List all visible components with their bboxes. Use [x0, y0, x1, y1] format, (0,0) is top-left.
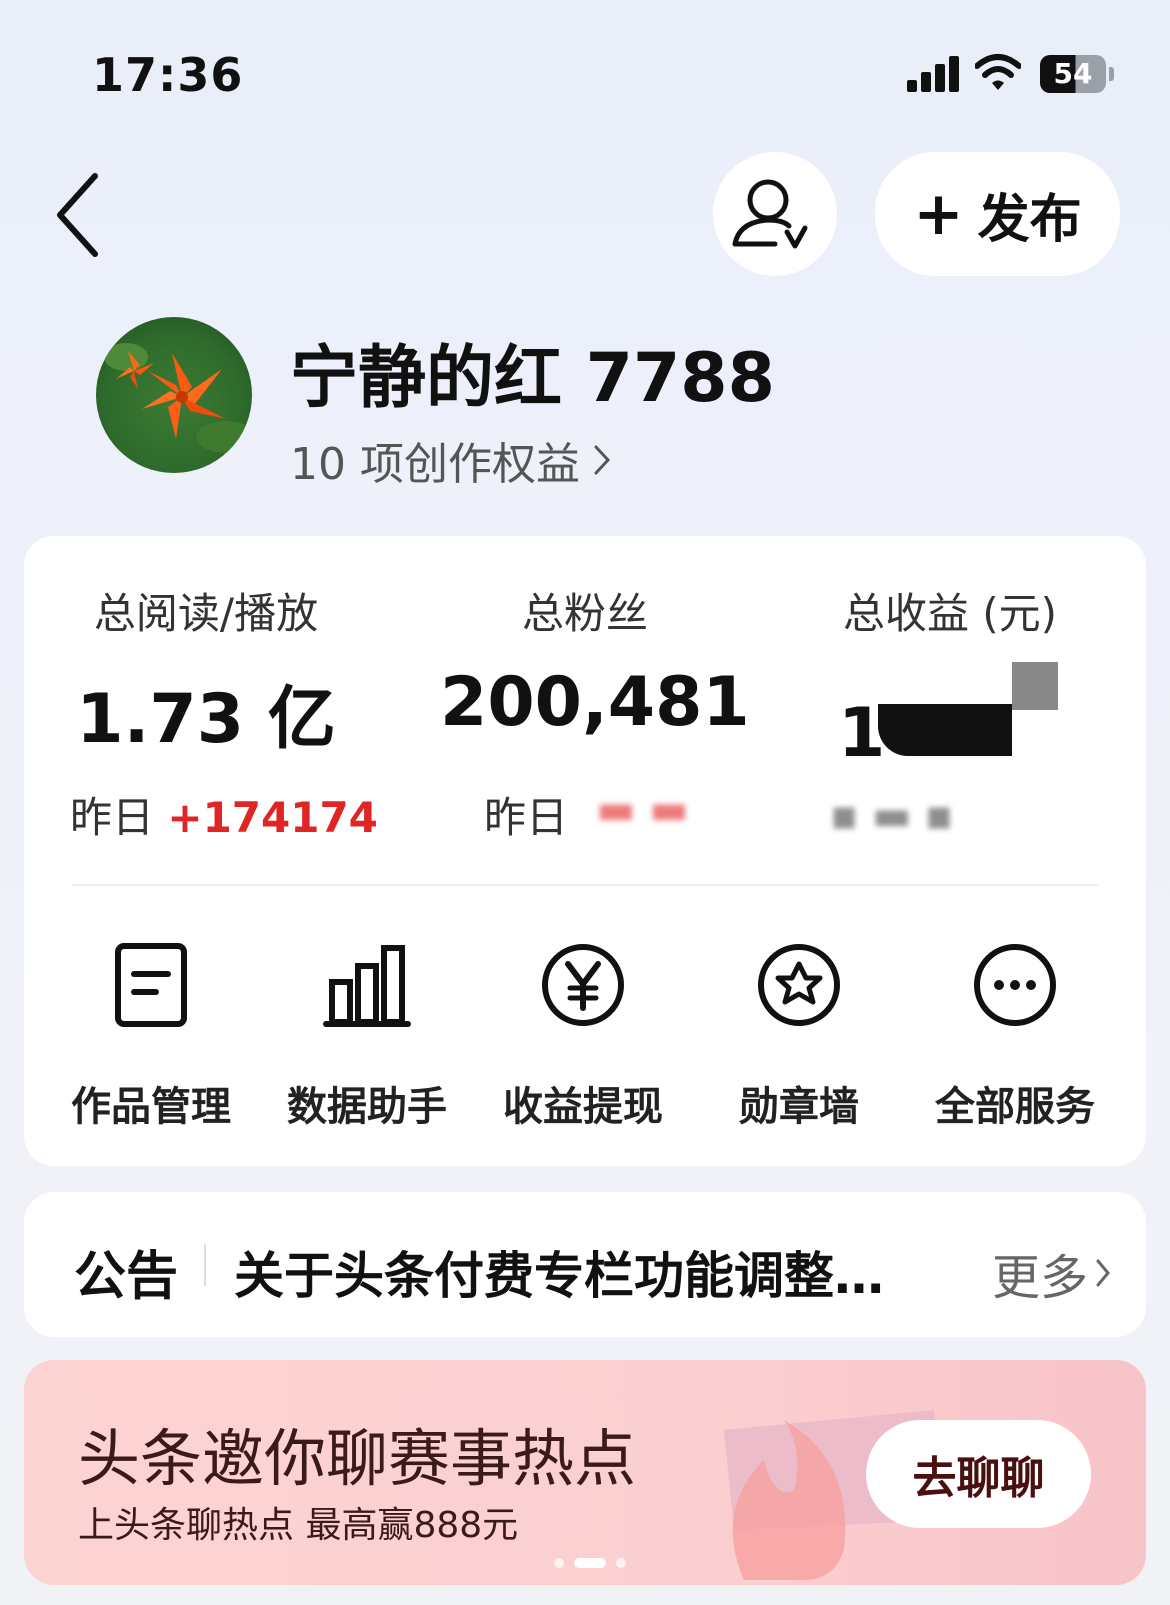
service-works-management[interactable]: 作品管理: [56, 940, 246, 1132]
service-label: 作品管理: [71, 1084, 231, 1130]
avatar[interactable]: [96, 317, 252, 473]
creator-rights-link[interactable]: 10 项创作权益: [290, 428, 612, 492]
carousel-dot: [616, 1558, 626, 1568]
battery-tip: [1109, 67, 1114, 81]
redaction-block: [878, 704, 1012, 756]
bar-chart-icon: [323, 945, 411, 1027]
increase-value: +174174: [167, 793, 378, 842]
stat-value: 200,481: [440, 663, 750, 742]
stat-value: 1.73 亿: [76, 680, 336, 759]
banner-subtitle: 上头条聊热点 最高赢888元: [78, 1505, 519, 1546]
medal-icon: [758, 944, 840, 1026]
cellular-signal-icon: [907, 56, 959, 92]
notice-text[interactable]: 关于头条付费专栏功能调整…: [234, 1236, 954, 1308]
stat-label: 总阅读/播放: [93, 589, 319, 638]
service-label: 收益提现: [503, 1084, 663, 1130]
carousel-indicator: [554, 1558, 626, 1568]
stat-yesterday-fans: 昨日: [484, 793, 569, 842]
notice-more-link[interactable]: 更多: [992, 1238, 1112, 1308]
stat-total-income[interactable]: 总收益 (元): [820, 580, 1080, 641]
yuan-coin-icon: [542, 944, 624, 1026]
notice-card[interactable]: 公告 关于头条付费专栏功能调整… 更多: [24, 1192, 1146, 1337]
stat-total-reads[interactable]: 总阅读/播放 1.73 亿: [76, 580, 336, 762]
chevron-right-icon: [1096, 1259, 1110, 1287]
back-icon[interactable]: [50, 170, 110, 260]
status-bar: 17:36 54: [0, 0, 1170, 150]
redaction-block: [1012, 662, 1058, 710]
go-chat-button[interactable]: 去聊聊: [866, 1420, 1091, 1528]
carousel-dot-active: [574, 1558, 606, 1568]
service-data-assistant[interactable]: 数据助手: [272, 940, 462, 1132]
notice-title: 公告: [74, 1247, 179, 1307]
status-time: 17:36: [92, 48, 244, 102]
wifi-icon: [975, 54, 1021, 90]
service-label: 勋章墙: [739, 1084, 859, 1130]
service-withdraw[interactable]: 收益提现: [488, 940, 678, 1132]
redacted-value: ▬ ▬: [596, 784, 689, 833]
publish-button[interactable]: + 发布: [875, 152, 1120, 276]
battery-icon: 54: [1040, 55, 1106, 93]
carousel-dot: [554, 1558, 564, 1568]
banner-title: 头条邀你聊赛事热点: [78, 1422, 637, 1495]
creator-rights-label: 10 项创作权益: [290, 439, 580, 490]
stat-label: 总收益 (元): [842, 589, 1058, 638]
username: 宁静的红 7788: [290, 339, 775, 418]
lily-flower-image: [104, 343, 252, 453]
plus-icon: +: [913, 179, 964, 249]
notice-more-label: 更多: [992, 1250, 1089, 1306]
service-medal-wall[interactable]: 勋章墙: [704, 940, 894, 1132]
stat-label: 总粉丝: [521, 589, 648, 638]
chevron-right-icon: [594, 445, 611, 475]
promo-banner[interactable]: 头条邀你聊赛事热点 上头条聊热点 最高赢888元 去聊聊: [24, 1360, 1146, 1585]
creator-verify-button[interactable]: [713, 152, 837, 276]
document-icon: [115, 943, 187, 1027]
stat-yesterday-reads: 昨日 +174174: [70, 793, 378, 842]
redacted-value: ▪ ▬ ▪: [830, 790, 954, 839]
service-label: 全部服务: [935, 1084, 1095, 1130]
service-all-services[interactable]: 全部服务: [920, 940, 1110, 1132]
user-verify-icon: [732, 179, 808, 249]
stat-total-fans[interactable]: 总粉丝 200,481: [440, 580, 750, 742]
notice-divider: [204, 1244, 206, 1286]
more-dots-icon: [974, 944, 1056, 1026]
divider: [72, 884, 1098, 886]
service-label: 数据助手: [287, 1084, 447, 1130]
publish-label: 发布: [977, 189, 1082, 250]
